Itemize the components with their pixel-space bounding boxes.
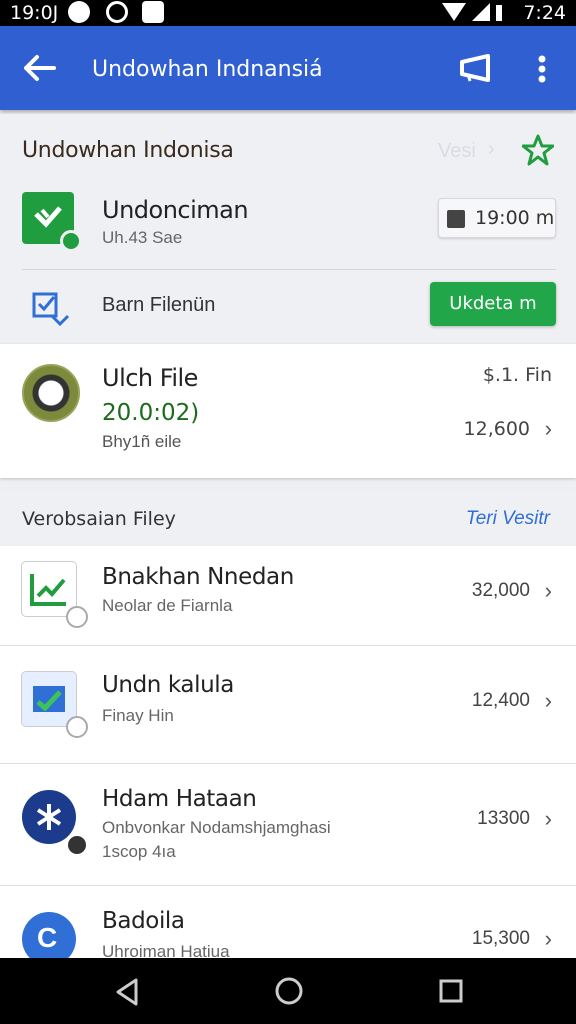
app-subtitle: Uh.43 Sae (102, 228, 183, 247)
list-item-value: 13300 (477, 808, 530, 829)
app-icon (22, 192, 82, 252)
calendar-icon (447, 210, 465, 228)
file-list: Bnakhan Nnedan Neolar de Fiarnla 32,000 … (0, 546, 576, 958)
chevron-right-icon: › (544, 806, 552, 831)
list-item-subtitle: Neolar de Fiarnla (102, 596, 233, 615)
list-item[interactable]: Hdam Hataan Onbvonkar Nodamshjamghasi 1s… (0, 764, 576, 886)
nav-home-icon[interactable] (274, 976, 304, 1006)
checklist-icon (32, 292, 70, 326)
status-clock: 7:24 (523, 2, 566, 24)
chevron-right-icon: › (544, 578, 552, 603)
nav-back-icon[interactable] (114, 978, 140, 1006)
action-label: Barn Filenün (102, 294, 216, 316)
app-bar-title: Undowhan Indnansiá (92, 57, 323, 82)
list-item-title: Badoila (102, 908, 185, 934)
file-subtitle: Bhy1ñ eile (102, 432, 182, 451)
view-all-link[interactable]: Teri Vesitr (466, 508, 550, 530)
small-badge-icon (66, 834, 88, 856)
list-item-value: 15,300 (471, 928, 530, 949)
list-item[interactable]: C Badoila Uhroiman Hatiua 15,300 › (0, 886, 576, 958)
list-item-title: Hdam Hataan (102, 786, 257, 812)
file-top-right: $.1. Fin (482, 364, 552, 386)
list-item-subtitle: Uhroiman Hatiua (102, 942, 230, 958)
time-button-label: 19:00 m (475, 207, 555, 229)
list-item-title: Bnakhan Nnedan (102, 564, 294, 590)
avatar (22, 364, 80, 422)
list-item-value: 32,000 (471, 580, 530, 601)
faded-label: Vesi (438, 140, 476, 162)
doc-glyph-icon (33, 686, 65, 712)
status-bar: 19:0J 7:24 (0, 0, 576, 26)
section-header-title: Verobsaian Filey (22, 508, 176, 530)
small-badge-icon (66, 716, 88, 738)
navigation-bar (0, 958, 576, 1024)
chart-glyph-icon (30, 574, 66, 606)
chevron-right-icon: › (544, 926, 552, 951)
more-options-icon[interactable] (530, 54, 554, 84)
notification-icon (68, 1, 90, 23)
sync-icon (106, 1, 128, 23)
nav-recents-icon[interactable] (438, 978, 464, 1004)
c-glyph-icon: C (37, 922, 58, 953)
app-badge-icon (60, 230, 82, 252)
update-button[interactable]: Ukdeta m (430, 282, 556, 326)
list-item[interactable]: Undn kalula Finay Hin 12,400 › (0, 646, 576, 764)
file-card[interactable]: Ulch File 20.0:02) Bhy1ñ eile $.1. Fin 1… (0, 344, 576, 478)
app-bar: Undowhan Indnansiá (0, 26, 576, 110)
list-item-subtitle-2: 1scop 4ıa (102, 842, 176, 861)
file-value: 12,600 (463, 418, 530, 440)
time-button[interactable]: 19:00 m (438, 198, 556, 238)
chevron-right-icon: › (544, 688, 552, 713)
chevron-right-icon: › (544, 416, 552, 441)
header-card: Undowhan Indonisa Vesi › Undonciman Uh.4… (0, 114, 576, 342)
c-logo-icon: C (22, 912, 76, 958)
file-title: Ulch File (102, 364, 198, 392)
document-icon (22, 672, 88, 738)
small-badge-icon (66, 606, 88, 628)
file-amount: 20.0:02) (102, 400, 200, 426)
share-icon[interactable] (458, 54, 492, 82)
faded-chevron-icon: › (488, 138, 495, 160)
list-item-value: 12,400 (471, 690, 530, 711)
back-arrow-icon[interactable] (22, 54, 56, 82)
status-time: 19:0J (10, 2, 59, 24)
section-header: Verobsaian Filey Teri Vesitr (0, 490, 576, 546)
app-name: Undonciman (102, 196, 249, 224)
asterisk-glyph-icon (36, 804, 62, 830)
divider (22, 269, 556, 270)
check-logo-icon (34, 206, 62, 228)
list-item[interactable]: Bnakhan Nnedan Neolar de Fiarnla 32,000 … (0, 546, 576, 646)
signal-icon (442, 3, 502, 21)
shield-icon (142, 1, 164, 23)
chart-icon (22, 562, 88, 628)
star-icon[interactable] (522, 134, 554, 166)
list-item-subtitle: Finay Hin (102, 706, 174, 725)
bluetooth-icon (22, 790, 88, 856)
section-title: Undowhan Indonisa (22, 138, 234, 163)
list-item-subtitle: Onbvonkar Nodamshjamghasi (102, 818, 331, 837)
list-item-title: Undn kalula (102, 672, 234, 698)
